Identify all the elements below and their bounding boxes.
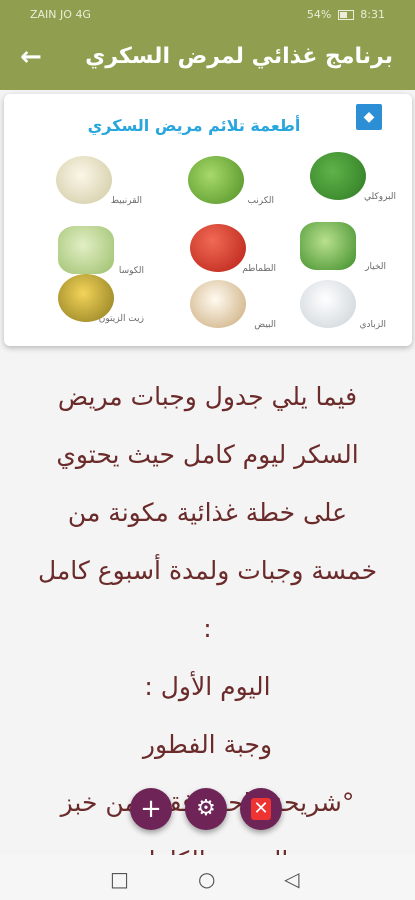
content-line: فيما يلي جدول وجبات مريض bbox=[57, 382, 358, 411]
cauliflower-icon bbox=[56, 156, 112, 204]
food-olive-oil: زيت الزيتون bbox=[44, 274, 144, 334]
content-line: : bbox=[203, 614, 212, 643]
yogurt-icon bbox=[300, 280, 356, 328]
trash-icon: ✕ bbox=[251, 798, 271, 820]
delete-button[interactable]: ✕ bbox=[240, 788, 282, 830]
status-right: 54% 8:31 bbox=[307, 8, 385, 21]
zucchini-icon bbox=[58, 226, 114, 274]
food-eggs: البيض bbox=[176, 280, 276, 340]
food-cucumber: الخيار bbox=[286, 222, 386, 282]
battery-percent: 54% bbox=[306, 8, 332, 21]
clock: 8:31 bbox=[360, 8, 385, 21]
status-bar: ZAIN JO 4G 54% 8:31 bbox=[0, 0, 415, 30]
page-title: برنامج غذائي لمرض السكري bbox=[85, 44, 393, 69]
broccoli-icon bbox=[310, 152, 366, 200]
app-logo-icon: ◆ bbox=[356, 104, 382, 130]
food-broccoli: البروكلي bbox=[296, 152, 396, 212]
app-bar: ← برنامج غذائي لمرض السكري bbox=[0, 30, 415, 90]
eggs-icon bbox=[190, 280, 246, 328]
settings-button[interactable]: ⚙ bbox=[185, 788, 227, 830]
card-title: أطعمة تلائم مريض السكري bbox=[87, 116, 301, 135]
back-icon[interactable]: ◁ bbox=[284, 867, 299, 891]
cucumber-icon bbox=[300, 222, 356, 270]
content-line: خمسة وجبات ولمدة أسبوع كامل bbox=[37, 556, 378, 585]
content-line: اليوم الأول : bbox=[144, 672, 271, 701]
content-line: على خطة غذائية مكونة من bbox=[67, 498, 348, 527]
home-icon[interactable]: ○ bbox=[198, 867, 215, 891]
back-arrow-icon[interactable]: ← bbox=[20, 42, 42, 72]
foods-card: ◆ أطعمة تلائم مريض السكري البروكلي الكرن… bbox=[4, 94, 412, 346]
carrier-label: ZAIN JO 4G bbox=[30, 8, 91, 21]
gear-icon: ⚙ bbox=[196, 796, 216, 821]
add-button[interactable]: + bbox=[130, 788, 172, 830]
food-cabbage: الكرنب bbox=[174, 156, 274, 216]
content-line: وجبة الفطور bbox=[142, 730, 273, 759]
battery-icon bbox=[337, 10, 354, 20]
food-cauliflower: القرنبيط bbox=[42, 156, 142, 216]
food-yogurt: الزبادي bbox=[286, 280, 386, 340]
content-line: السكر ليوم كامل حيث يحتوي bbox=[56, 440, 359, 469]
food-tomatoes: الطماطم bbox=[176, 224, 276, 284]
recent-apps-icon[interactable]: □ bbox=[110, 867, 129, 891]
cabbage-icon bbox=[188, 156, 244, 204]
system-nav-bar: □ ○ ◁ bbox=[0, 855, 415, 900]
tomato-icon bbox=[190, 224, 246, 272]
